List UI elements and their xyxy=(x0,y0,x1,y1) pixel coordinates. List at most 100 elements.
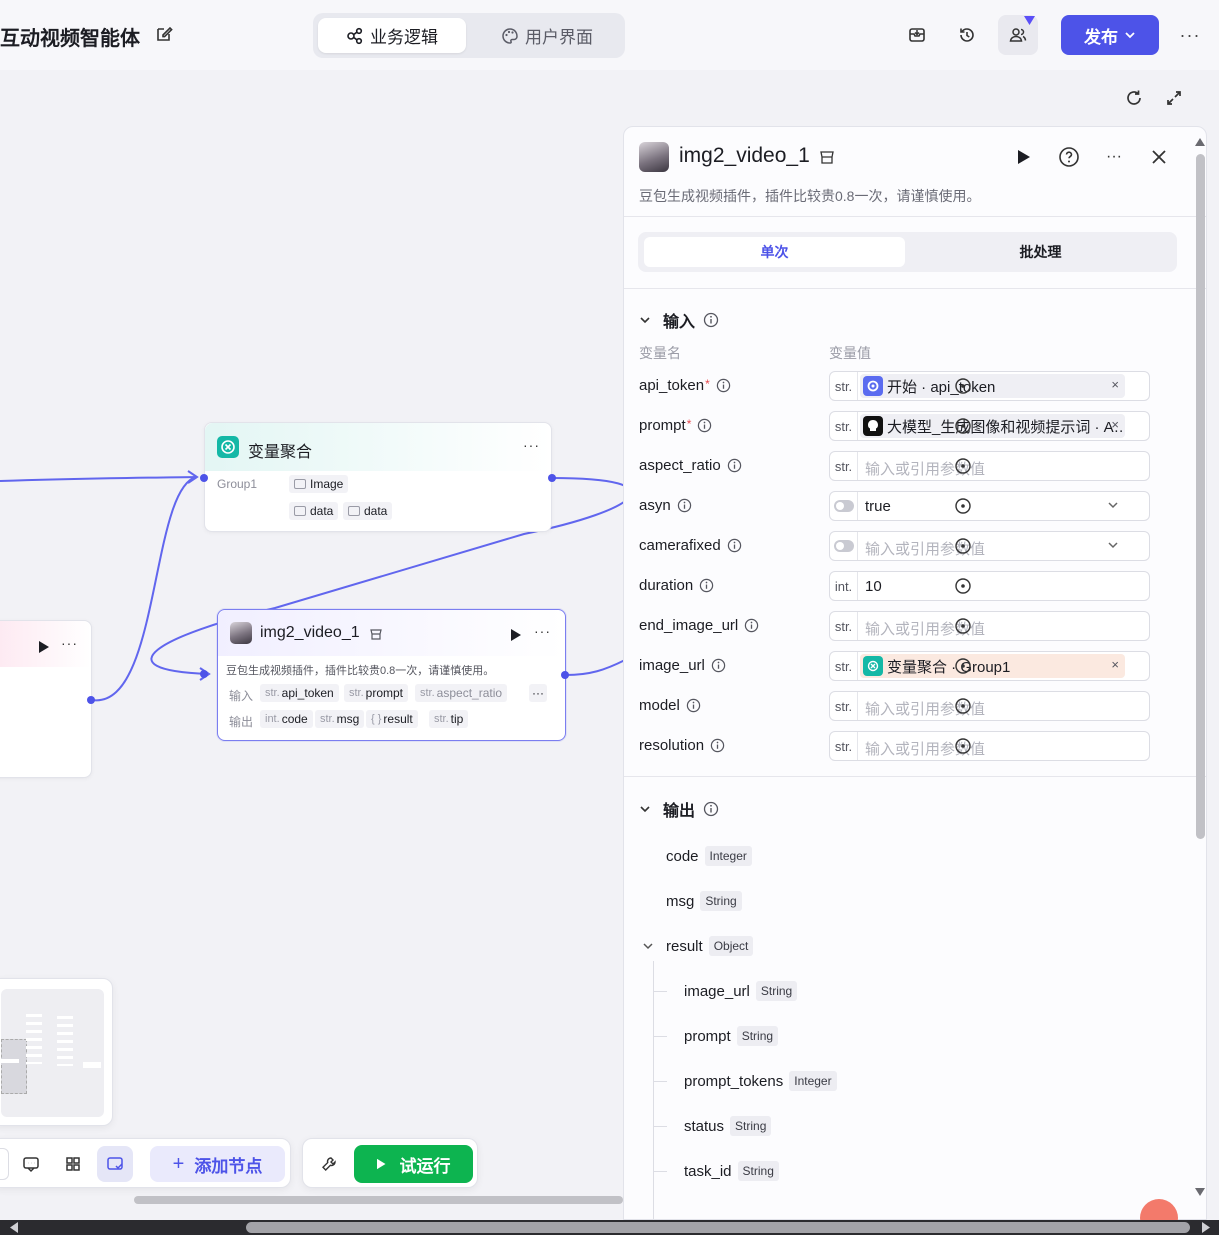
tab-single[interactable]: 单次 xyxy=(644,237,905,267)
reference-chip[interactable]: 变量聚合 · Group1 × xyxy=(860,654,1125,678)
edge-img2video-out[interactable] xyxy=(565,659,626,676)
output-name: result xyxy=(666,937,703,955)
param-value-field[interactable]: true xyxy=(829,491,1150,521)
output-port[interactable] xyxy=(87,696,95,704)
param-value-field[interactable]: str. 输入或引用参数值 xyxy=(829,691,1150,721)
edit-title-icon[interactable] xyxy=(154,24,174,44)
reference-target-icon[interactable] xyxy=(955,498,971,514)
scroll-down-icon[interactable] xyxy=(1195,1188,1205,1196)
param-value-field[interactable]: str. 大模型_生成图像和视频提示词 · A… × xyxy=(829,411,1150,441)
node-more-icon[interactable]: ··· xyxy=(534,623,551,639)
output-row-result[interactable]: result Object xyxy=(642,936,754,956)
reference-target-icon[interactable] xyxy=(955,618,971,634)
reference-target-icon[interactable] xyxy=(955,658,971,674)
panel-more-button[interactable]: ··· xyxy=(1099,142,1129,172)
input-port[interactable] xyxy=(200,474,208,482)
scroll-right-icon[interactable] xyxy=(1202,1222,1210,1233)
clear-icon[interactable]: × xyxy=(1111,417,1119,432)
edge-input-to-aggregate[interactable] xyxy=(0,476,197,482)
window-scroll-thumb[interactable] xyxy=(246,1222,1190,1233)
reference-target-icon[interactable] xyxy=(955,538,971,554)
canvas-horizontal-scrollbar[interactable] xyxy=(134,1196,623,1204)
param-value-field[interactable]: str. 输入或引用参数值 xyxy=(829,611,1150,641)
publish-label: 发布 xyxy=(1084,27,1118,47)
param-value-field[interactable]: 输入或引用参数值 xyxy=(829,531,1150,561)
reference-target-icon[interactable] xyxy=(955,738,971,754)
store-icon xyxy=(370,629,382,640)
output-type-badge: Integer xyxy=(704,846,752,866)
reference-chip[interactable]: 大模型_生成图像和视频提示词 · A… × xyxy=(860,414,1125,438)
fullscreen-button[interactable] xyxy=(1158,82,1190,114)
reference-chip[interactable]: 开始 · api_token × xyxy=(860,374,1125,398)
chevron-down-icon[interactable] xyxy=(1107,539,1119,551)
run-node-button[interactable] xyxy=(1009,142,1039,172)
toggle-switch[interactable] xyxy=(830,492,858,520)
divider xyxy=(624,288,1206,289)
reference-target-icon[interactable] xyxy=(955,418,971,434)
minimap-toggle-button[interactable] xyxy=(97,1146,133,1182)
image-type-icon xyxy=(294,506,306,516)
publish-button[interactable]: 发布 xyxy=(1061,15,1159,55)
input-port[interactable] xyxy=(200,670,208,678)
more-menu-button[interactable]: ··· xyxy=(1170,15,1210,55)
reference-target-icon[interactable] xyxy=(955,578,971,594)
node-variable-aggregate[interactable]: 变量聚合 ··· Group1 Image data data xyxy=(204,422,552,532)
output-name: status xyxy=(684,1117,725,1135)
tab-business-logic[interactable]: 业务逻辑 xyxy=(318,18,466,53)
scroll-up-icon[interactable] xyxy=(1195,138,1205,146)
comment-button[interactable] xyxy=(13,1146,49,1182)
output-port[interactable] xyxy=(548,474,556,482)
zoom-control[interactable] xyxy=(0,1148,9,1180)
collaborators-button[interactable] xyxy=(998,15,1038,55)
tag-label: data xyxy=(364,504,388,518)
save-version-button[interactable] xyxy=(897,15,937,55)
param-value-field[interactable]: str. 变量聚合 · Group1 × xyxy=(829,651,1150,681)
test-run-button[interactable]: 试运行 xyxy=(354,1145,473,1183)
clear-icon[interactable]: × xyxy=(1111,377,1119,392)
chevron-down-icon[interactable] xyxy=(1107,499,1119,511)
clear-icon[interactable]: × xyxy=(1111,657,1119,672)
reference-target-icon[interactable] xyxy=(955,458,971,474)
type-label: str. xyxy=(830,652,858,680)
node-more-icon[interactable]: ··· xyxy=(61,635,78,651)
var-tag: data xyxy=(289,502,339,520)
reference-target-icon[interactable] xyxy=(955,698,971,714)
output-name: msg xyxy=(666,892,695,910)
run-toolbar: 试运行 xyxy=(302,1138,478,1188)
add-node-button[interactable]: + 添加节点 xyxy=(150,1146,285,1182)
output-port[interactable] xyxy=(561,671,569,679)
output-row-status: status String xyxy=(684,1116,772,1136)
tag-label: code xyxy=(281,712,308,726)
layout-button[interactable] xyxy=(55,1146,91,1182)
param-value-field[interactable]: str. 输入或引用参数值 xyxy=(829,731,1150,761)
scroll-left-icon[interactable] xyxy=(10,1222,18,1233)
node-more-icon[interactable]: ··· xyxy=(523,437,540,453)
close-panel-button[interactable] xyxy=(1144,142,1174,172)
node-upstream[interactable]: ··· xyxy=(0,620,92,778)
tab-user-interface[interactable]: 用户界面 xyxy=(473,18,621,53)
param-name: resolution xyxy=(639,737,725,754)
tab-batch[interactable]: 批处理 xyxy=(910,237,1171,267)
more-inputs-button[interactable]: ··· xyxy=(529,684,547,702)
debug-settings-button[interactable] xyxy=(311,1146,347,1182)
chevron-down-icon[interactable] xyxy=(642,940,654,952)
param-value-field[interactable]: int. 10 xyxy=(829,571,1150,601)
history-button[interactable] xyxy=(947,15,987,55)
refresh-button[interactable] xyxy=(1118,82,1150,114)
reference-target-icon[interactable] xyxy=(955,378,971,394)
llm-node-icon xyxy=(863,416,883,436)
toggle-switch[interactable] xyxy=(830,532,858,560)
help-button[interactable] xyxy=(1054,142,1084,172)
output-section-header[interactable]: 输出 xyxy=(639,797,719,821)
output-row-msg: msg String xyxy=(666,891,742,911)
tree-branch xyxy=(653,1036,667,1037)
divider xyxy=(624,776,1206,777)
node-img2-video[interactable]: img2_video_1 ··· 豆包生成视频插件，插件比较贵0.8一次，请谨慎… xyxy=(217,609,566,741)
panel-scrollbar[interactable] xyxy=(1196,154,1205,839)
edge-left-to-aggregate[interactable] xyxy=(91,476,197,702)
input-section-header[interactable]: 输入 xyxy=(639,308,719,332)
param-value-field[interactable]: str. 开始 · api_token × xyxy=(829,371,1150,401)
type-label: str. xyxy=(830,612,858,640)
param-value-field[interactable]: str. 输入或引用参数值 xyxy=(829,451,1150,481)
minimap[interactable] xyxy=(0,978,113,1126)
